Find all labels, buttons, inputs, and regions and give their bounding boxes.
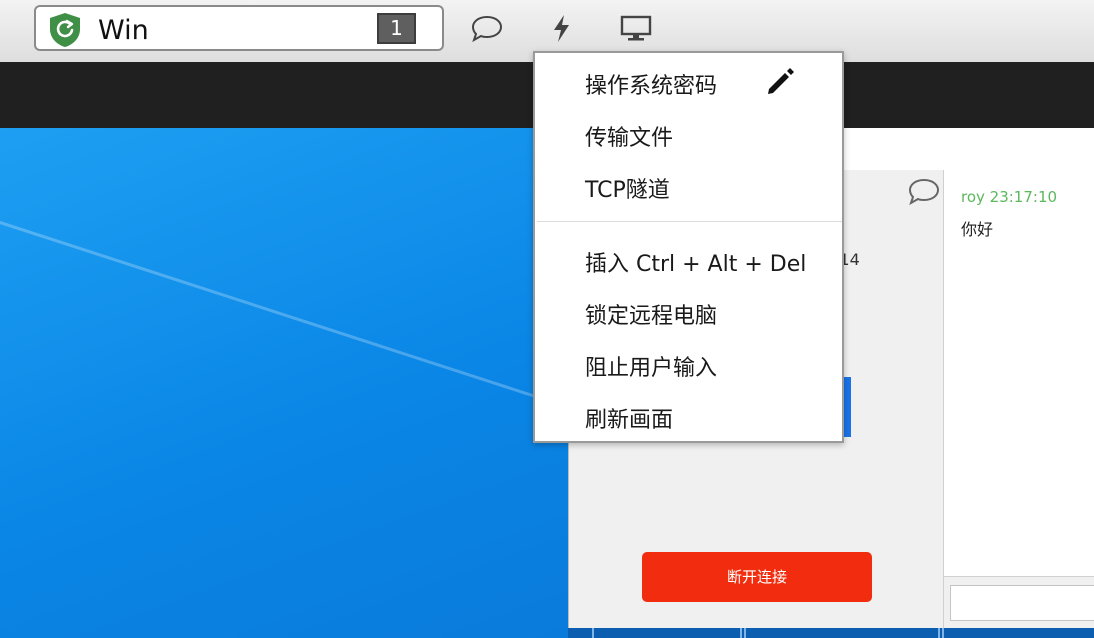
- menu-item-block-input[interactable]: 阻止用户输入: [585, 350, 717, 382]
- tab-count-badge: 1: [377, 13, 416, 44]
- chat-input[interactable]: [950, 585, 1094, 621]
- menu-item-lock-remote[interactable]: 锁定远程电脑: [585, 298, 717, 330]
- shield-icon: [50, 13, 80, 47]
- lightning-icon[interactable]: [545, 13, 579, 43]
- menu-item-os-password[interactable]: 操作系统密码: [585, 68, 717, 100]
- chat-message-text: 你好: [961, 220, 994, 239]
- menu-item-transfer-file[interactable]: 传输文件: [585, 120, 673, 152]
- remote-taskbar: [568, 628, 1094, 638]
- menu-divider: [537, 221, 842, 222]
- actions-dropdown-menu: 操作系统密码 传输文件 TCP隧道 插入 Ctrl + Alt + Del 锁定…: [533, 51, 844, 443]
- tab-title: Win: [98, 15, 149, 46]
- chat-area: roy 23:17:10 你好: [943, 170, 1094, 628]
- chat-input-bar: [944, 576, 1094, 628]
- chat-toggle-icon[interactable]: [907, 176, 941, 206]
- chat-message-sender: roy 23:17:10: [961, 188, 1058, 206]
- disconnect-button[interactable]: 断开连接: [642, 552, 872, 602]
- menu-item-tcp-tunnel[interactable]: TCP隧道: [585, 172, 670, 204]
- edit-pencil-icon[interactable]: [763, 65, 797, 99]
- menu-item-ctrl-alt-del[interactable]: 插入 Ctrl + Alt + Del: [585, 246, 806, 278]
- session-tab[interactable]: Win 1: [34, 5, 444, 51]
- chat-icon[interactable]: [470, 13, 504, 43]
- monitor-icon[interactable]: [619, 13, 653, 43]
- menu-item-refresh[interactable]: 刷新画面: [585, 402, 673, 434]
